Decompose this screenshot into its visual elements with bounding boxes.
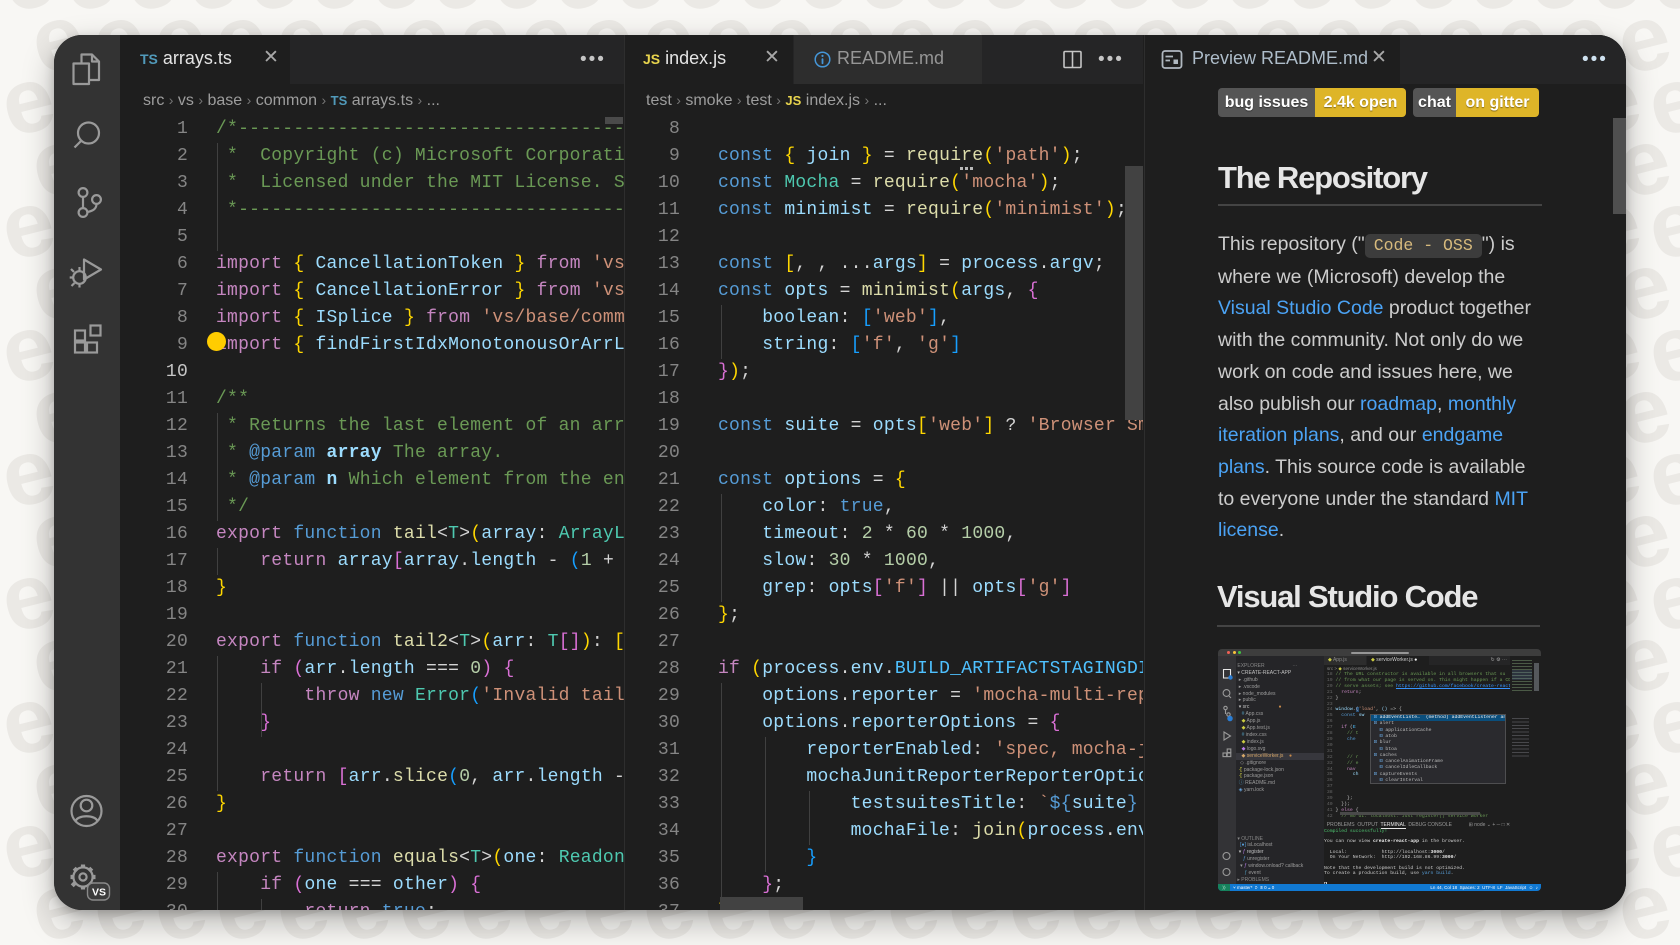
svg-text:VS: VS <box>92 887 106 899</box>
